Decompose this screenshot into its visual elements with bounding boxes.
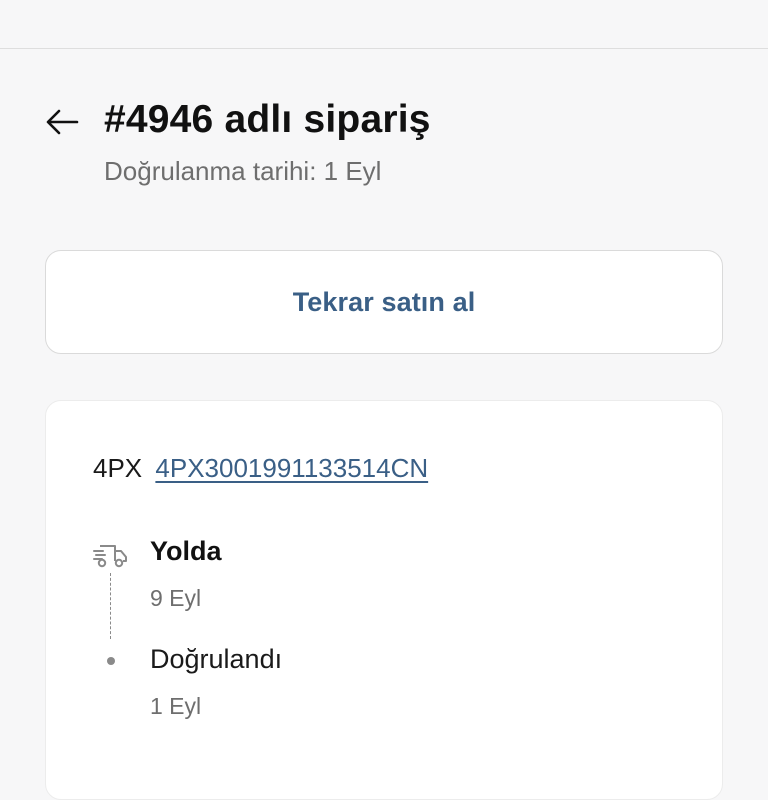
timeline-connector [110, 573, 111, 639]
tracking-number-link[interactable]: 4PX3001991133514CN [155, 453, 428, 483]
event-status-confirmed: Doğrulandı [150, 644, 283, 674]
arrow-left-icon [46, 109, 79, 135]
event-date-in-transit: 9 Eyl [150, 585, 202, 611]
timeline-dot-icon [107, 657, 115, 665]
delivery-truck-icon [93, 545, 127, 568]
event-date-confirmed: 1 Eyl [150, 693, 202, 719]
page-title: #4946 adlı sipariş [104, 98, 431, 141]
carrier-name: 4PX [93, 453, 143, 483]
back-button[interactable] [44, 108, 80, 136]
event-status-in-transit: Yolda [150, 536, 222, 566]
tracking-row: 4PX 4PX3001991133514CN [93, 453, 428, 484]
order-header: #4946 adlı sipariş Doğrulanma tarihi: 1 … [44, 98, 724, 194]
confirmation-date: Doğrulanma tarihi: 1 Eyl [104, 156, 382, 186]
buy-again-button[interactable]: Tekrar satın al [45, 250, 723, 354]
top-bar [0, 0, 768, 49]
shipment-card: 4PX 4PX3001991133514CN Yolda 9 Eyl Doğru… [45, 400, 723, 800]
buy-again-label: Tekrar satın al [292, 286, 476, 317]
